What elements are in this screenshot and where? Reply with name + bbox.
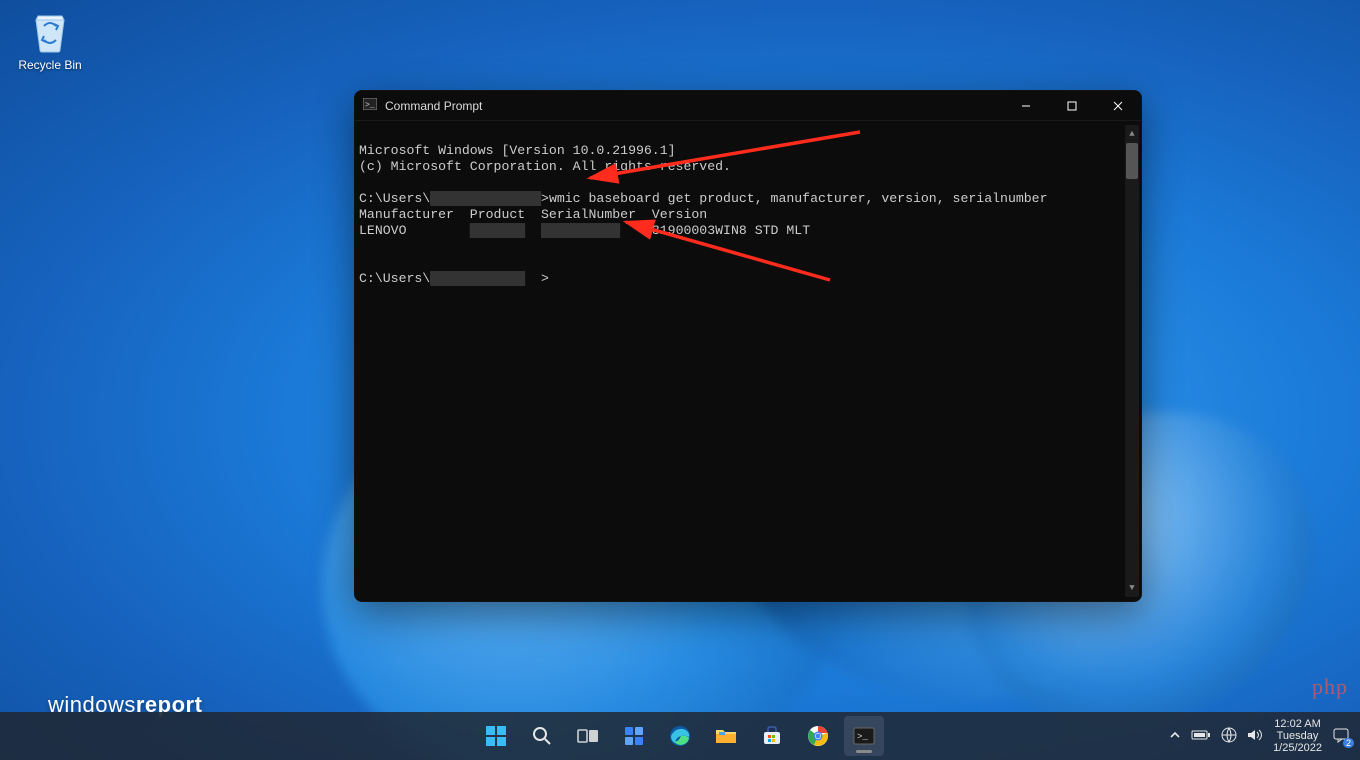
search-button[interactable] (522, 716, 562, 756)
terminal-line: Microsoft Windows [Version 10.0.21996.1] (359, 143, 676, 158)
cmd-taskbar-button[interactable]: >_ (844, 716, 884, 756)
recycle-bin-icon (28, 6, 72, 54)
clock-time: 12:02 AM (1273, 718, 1322, 730)
svg-text:>_: >_ (857, 732, 868, 742)
scrollbar[interactable]: ▲ ▼ (1125, 125, 1139, 597)
prompt-path: C:\Users\ (359, 191, 430, 206)
terminal-body[interactable]: Microsoft Windows [Version 10.0.21996.1]… (355, 121, 1141, 601)
taskbar-center: >_ (476, 716, 884, 756)
system-tray: 12:02 AM Tuesday 1/25/2022 2 (1169, 718, 1350, 754)
task-view-icon (577, 727, 599, 745)
cmd-icon: >_ (363, 97, 377, 115)
scrollbar-thumb[interactable] (1126, 143, 1138, 179)
start-icon (485, 725, 507, 747)
notification-count: 2 (1343, 738, 1354, 748)
edge-button[interactable] (660, 716, 700, 756)
watermark-php: php (1312, 674, 1348, 700)
svg-text:>_: >_ (365, 101, 375, 110)
task-view-button[interactable] (568, 716, 608, 756)
volume-icon[interactable] (1247, 728, 1263, 745)
titlebar[interactable]: >_ Command Prompt (355, 91, 1141, 121)
search-icon (532, 726, 552, 746)
window-title: Command Prompt (385, 99, 482, 113)
notifications-button[interactable]: 2 (1332, 727, 1350, 746)
output-header: Manufacturer Product SerialNumber Versio… (359, 207, 707, 222)
minimize-button[interactable] (1003, 91, 1049, 121)
scroll-down-icon[interactable]: ▼ (1125, 581, 1139, 595)
terminal-line: (c) Microsoft Corporation. All rights re… (359, 159, 731, 174)
store-icon (761, 725, 783, 747)
prompt-path: C:\Users\ (359, 271, 430, 286)
output-version: 31900003WIN8 STD MLT (652, 223, 810, 238)
command-prompt-window[interactable]: >_ Command Prompt Microsoft Windows [Ver… (354, 90, 1142, 602)
close-button[interactable] (1095, 91, 1141, 121)
clock-day: Tuesday (1273, 730, 1322, 742)
scroll-up-icon[interactable]: ▲ (1125, 127, 1139, 141)
chrome-icon (807, 725, 829, 747)
explorer-button[interactable] (706, 716, 746, 756)
redacted-serial: ██████████ (541, 223, 620, 238)
redacted-username: ██████████████ (430, 191, 541, 206)
start-button[interactable] (476, 716, 516, 756)
store-button[interactable] (752, 716, 792, 756)
prompt-cursor: > (525, 271, 549, 286)
clock-date: 1/25/2022 (1273, 742, 1322, 754)
network-icon[interactable] (1221, 727, 1237, 746)
maximize-button[interactable] (1049, 91, 1095, 121)
taskbar: >_ 12:02 AM Tuesday 1/25/2022 2 (0, 712, 1360, 760)
battery-icon[interactable] (1191, 729, 1211, 744)
edge-icon (669, 725, 691, 747)
window-controls (1003, 91, 1141, 121)
output-manufacturer: LENOVO (359, 223, 470, 238)
redacted-username: ████████████ (430, 271, 525, 286)
desktop: Recycle Bin windowsreport php >_ Command… (0, 0, 1360, 760)
widgets-button[interactable] (614, 716, 654, 756)
folder-icon (715, 727, 737, 745)
cmd-icon: >_ (853, 727, 875, 745)
recycle-bin-label: Recycle Bin (12, 58, 88, 72)
redacted-product: ███████ (470, 223, 525, 238)
chrome-button[interactable] (798, 716, 838, 756)
clock[interactable]: 12:02 AM Tuesday 1/25/2022 (1273, 718, 1322, 754)
tray-chevron-icon[interactable] (1169, 729, 1181, 744)
prompt-command: >wmic baseboard get product, manufacture… (541, 191, 1047, 206)
widgets-icon (623, 725, 645, 747)
recycle-bin[interactable]: Recycle Bin (12, 6, 88, 72)
